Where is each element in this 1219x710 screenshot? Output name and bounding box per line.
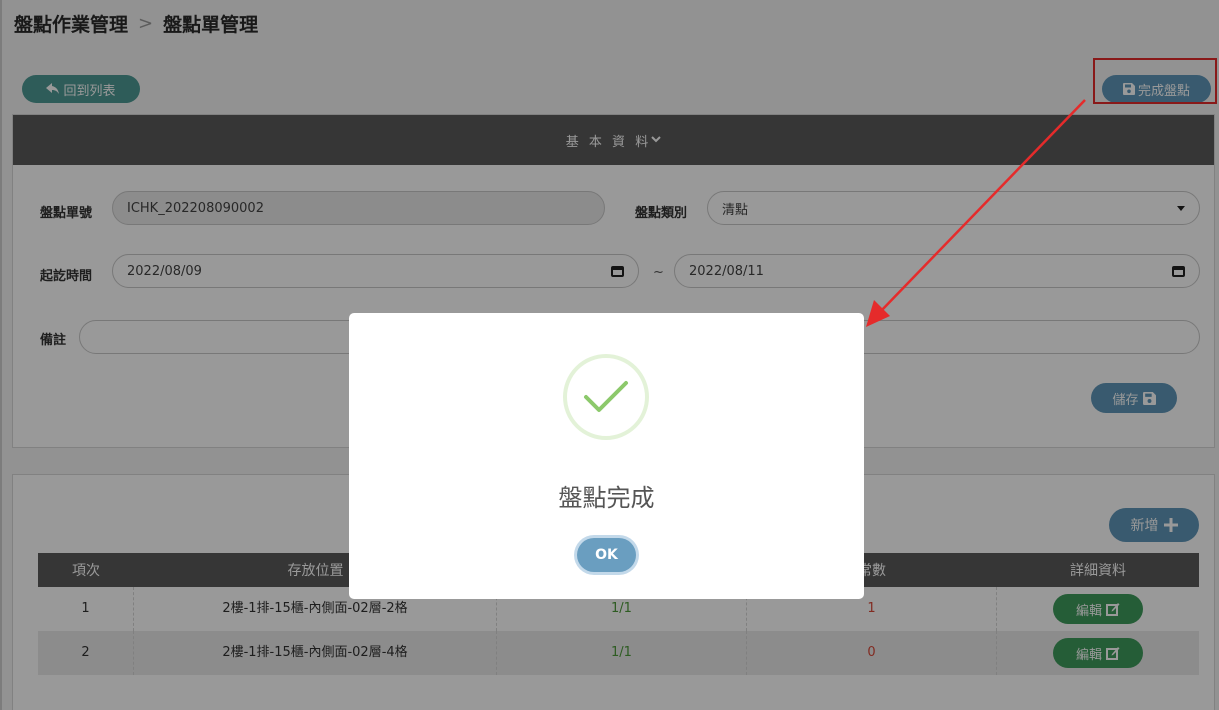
success-check-icon	[563, 354, 649, 440]
success-dialog: 盤點完成 OK	[349, 313, 864, 599]
dialog-title: 盤點完成	[558, 484, 655, 512]
ok-button[interactable]: OK	[577, 538, 636, 572]
